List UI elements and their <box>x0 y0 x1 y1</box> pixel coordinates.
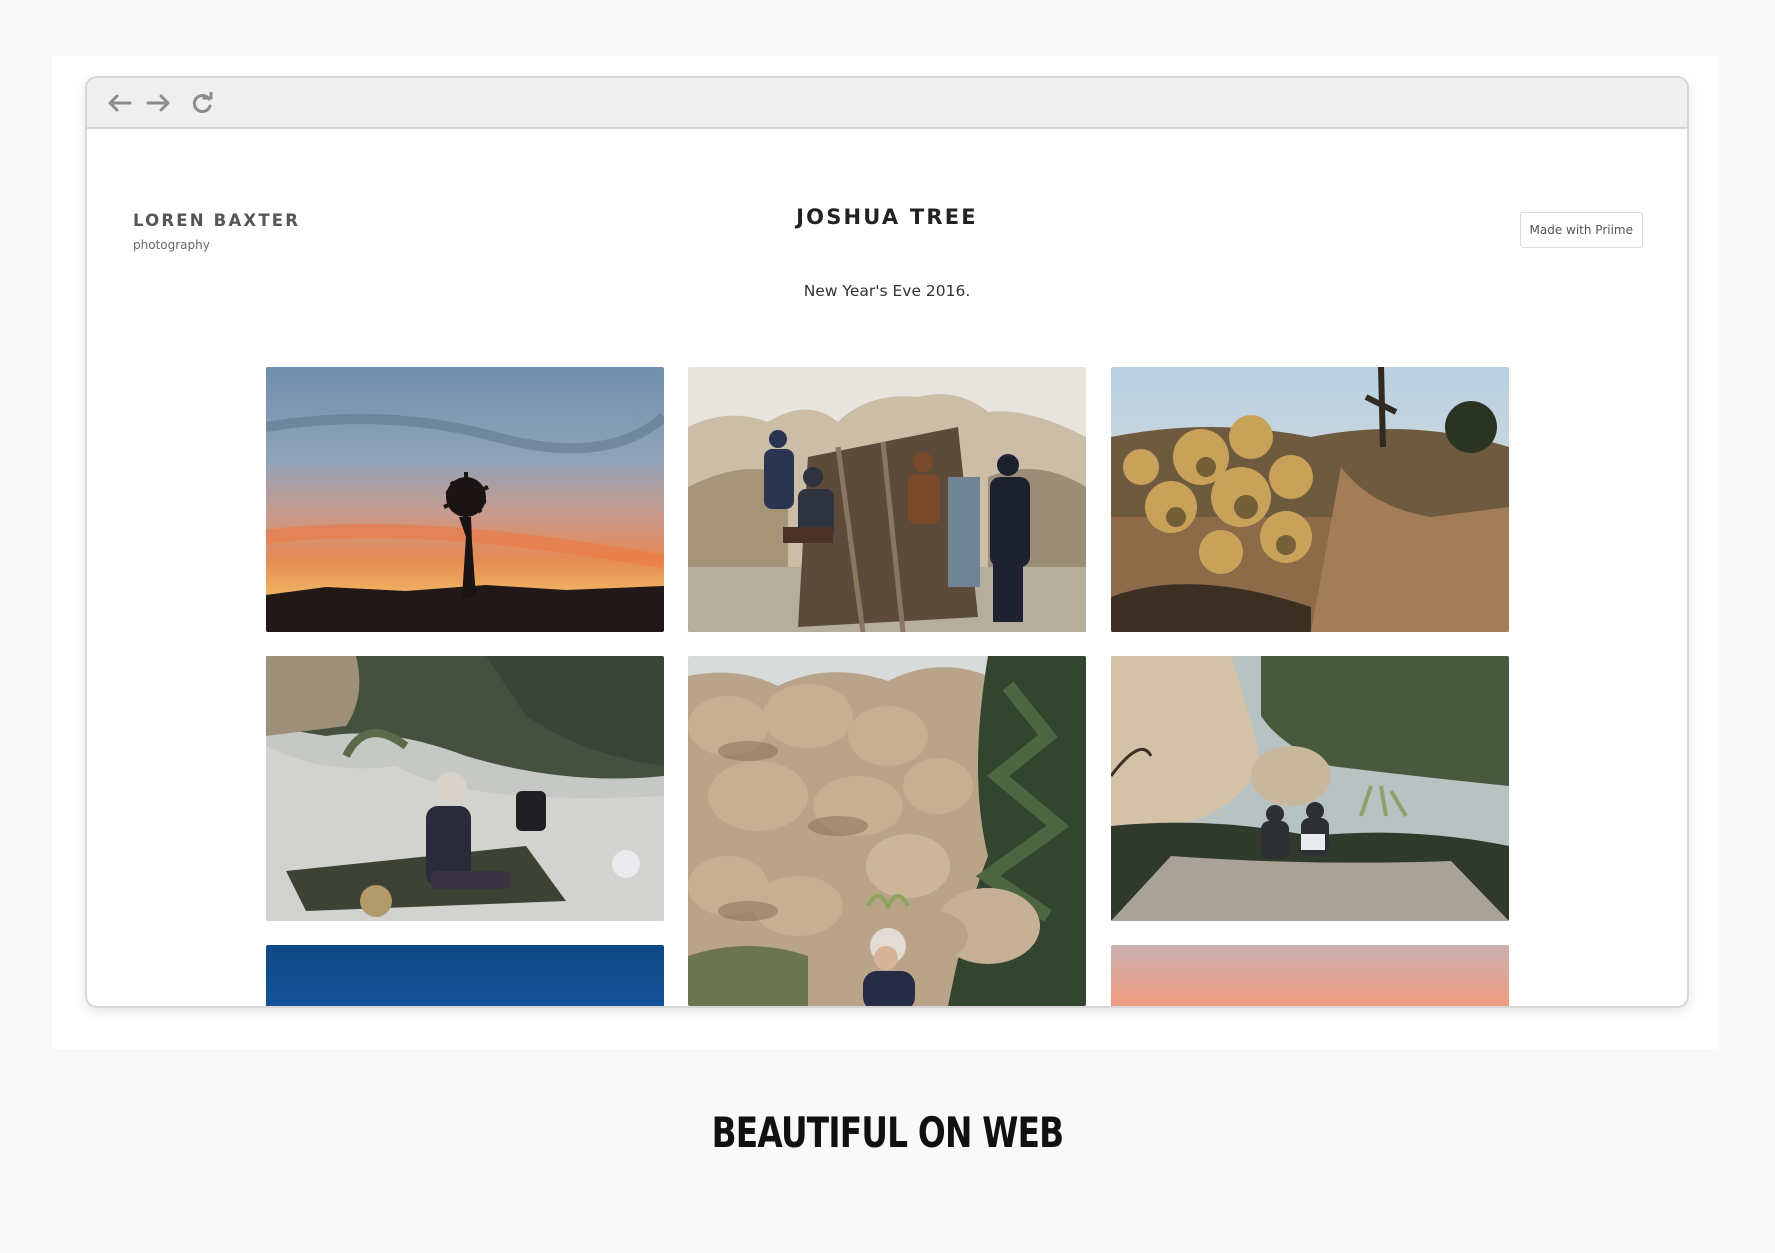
made-with-priime-button[interactable]: Made with Priime <box>1519 212 1643 248</box>
browser-toolbar <box>87 78 1687 129</box>
feature-caption: BEAUTIFUL ON WEB <box>711 1108 1065 1157</box>
gallery-photo-2[interactable] <box>688 367 1086 632</box>
boulders-pine-image <box>688 656 1086 1006</box>
group-photo-image <box>688 367 1086 632</box>
arrow-right-icon <box>146 94 170 112</box>
gallery-photo-5[interactable] <box>688 656 1086 1006</box>
cholla-cactus-image <box>1111 367 1509 632</box>
gallery-photo-4[interactable] <box>266 656 664 921</box>
back-button[interactable] <box>105 90 133 116</box>
made-with-label: Made with Priime <box>1529 223 1634 237</box>
sunset-image <box>266 367 664 632</box>
person-sitting-image <box>266 656 664 921</box>
arrow-left-icon <box>108 94 132 112</box>
brand-subtitle: photography <box>133 238 210 252</box>
page-title: JOSHUA TREE <box>796 205 978 229</box>
page-subtitle: New Year's Eve 2016. <box>803 282 971 300</box>
gallery-photo-8[interactable] <box>1111 945 1509 1006</box>
pink-sunset-image <box>1111 945 1509 1006</box>
gallery-photo-7[interactable] <box>266 945 664 1006</box>
browser-window: LOREN BAXTER photography JOSHUA TREE New… <box>85 76 1689 1008</box>
reload-icon <box>192 92 213 113</box>
reload-button[interactable] <box>189 90 217 116</box>
gallery-photo-6[interactable] <box>1111 656 1509 921</box>
blue-sky-image <box>266 945 664 1006</box>
gallery-photo-3[interactable] <box>1111 367 1509 632</box>
boulders-people-image <box>1111 656 1509 921</box>
forward-button[interactable] <box>145 90 173 116</box>
gallery-photo-1[interactable] <box>266 367 664 632</box>
